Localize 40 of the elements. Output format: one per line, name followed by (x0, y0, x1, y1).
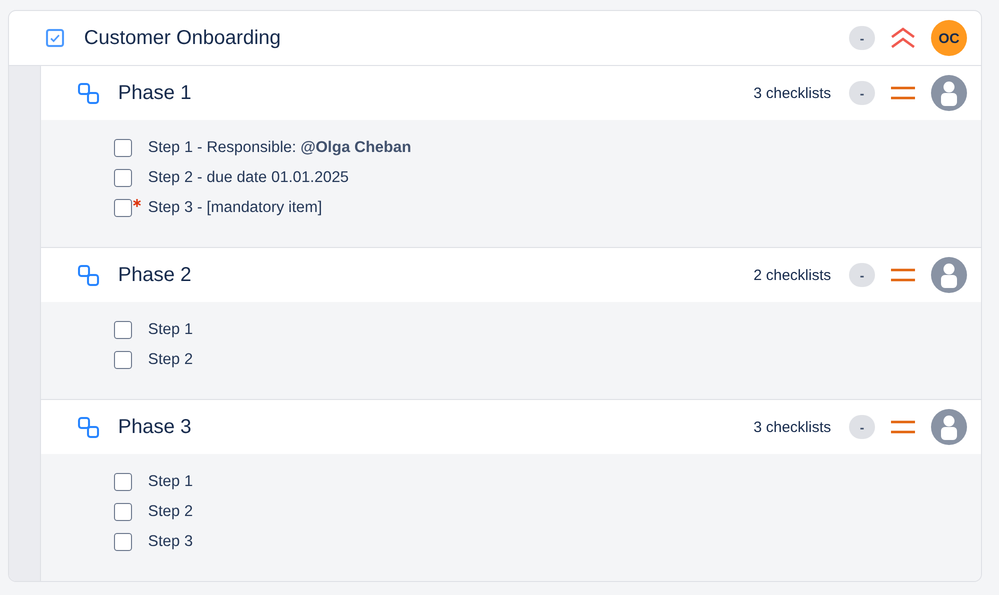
priority-medium-icon (891, 86, 915, 100)
checkbox[interactable] (114, 473, 132, 491)
checkbox[interactable] (114, 169, 132, 187)
phase-title[interactable]: Phase 1 (118, 82, 754, 104)
checkbox[interactable] (114, 503, 132, 521)
checkbox[interactable] (114, 533, 132, 551)
step-text: Step 2 - due date 01.01.2025 (148, 169, 349, 187)
phase-title[interactable]: Phase 2 (118, 264, 754, 286)
priority-highest-icon (890, 27, 916, 49)
status-badge[interactable]: - (849, 26, 875, 50)
user-avatar-icon[interactable] (931, 409, 967, 445)
checkbox[interactable] (114, 321, 132, 339)
step-text: Step 3 - [mandatory item] (148, 199, 322, 217)
checklist-count: 3 checklists (753, 418, 831, 436)
step-text: Step 2 (148, 351, 193, 369)
check-icon (49, 32, 61, 44)
subtask-icon (78, 82, 99, 104)
phase-title[interactable]: Phase 3 (118, 416, 754, 438)
subtask-icon (78, 416, 99, 438)
user-avatar-icon[interactable] (931, 257, 967, 293)
step-text: Step 1 (148, 321, 193, 339)
status-badge[interactable]: - (849, 415, 875, 439)
status-badge[interactable]: - (849, 263, 875, 287)
checklist-count: 2 checklists (753, 266, 831, 284)
checkbox[interactable] (46, 29, 64, 47)
step-text: Step 3 (148, 533, 193, 551)
issue-title: Customer Onboarding (84, 26, 282, 50)
checkbox[interactable] (114, 139, 132, 157)
checkbox[interactable] (114, 199, 132, 217)
status-badge[interactable]: - (849, 81, 875, 105)
avatar[interactable]: OC (931, 20, 967, 56)
priority-medium-icon (891, 268, 915, 282)
subtask-icon (78, 264, 99, 286)
user-avatar-icon[interactable] (931, 75, 967, 111)
step-text: Step 1 - Responsible: @Olga Cheban (148, 139, 412, 157)
priority-medium-icon (891, 420, 915, 434)
step-text: Step 1 (148, 473, 193, 491)
checkbox[interactable] (114, 351, 132, 369)
checklist-count: 3 checklists (753, 84, 831, 102)
step-text: Step 2 (148, 503, 193, 521)
